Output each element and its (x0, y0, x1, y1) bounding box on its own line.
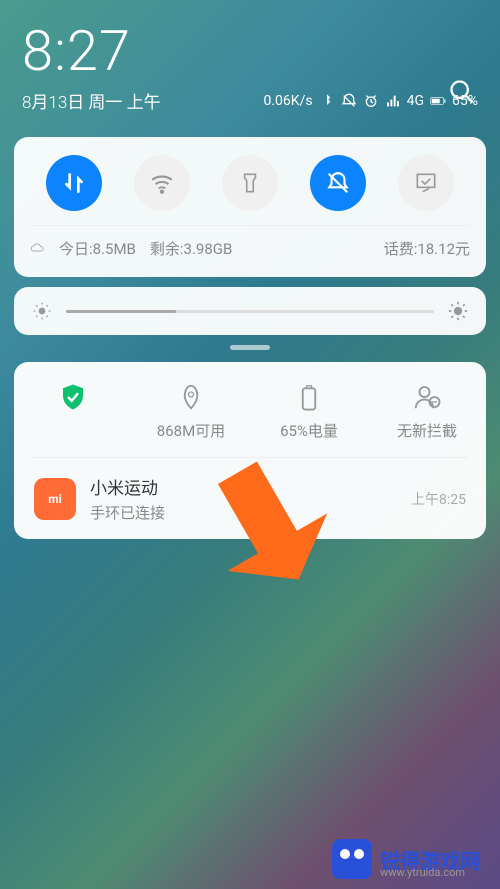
block-label: 无新拦截 (397, 420, 457, 441)
data-icon (61, 170, 87, 196)
wifi-icon (149, 170, 175, 196)
shield-icon (58, 382, 88, 412)
brightness-low-icon (32, 301, 52, 321)
bluetooth-icon (319, 93, 335, 109)
status-icons: 0.06K/s 4G 65% (264, 93, 479, 109)
watermark-url: www.ytruida.com (380, 866, 465, 879)
watermark: 锐得游戏网 www.ytruida.com (332, 839, 480, 879)
block-tool[interactable]: 无新拦截 (368, 382, 486, 441)
brightness-slider[interactable] (14, 287, 486, 335)
watermark-logo-icon (332, 839, 372, 879)
screenshot-icon (413, 170, 439, 196)
alarm-icon (363, 93, 379, 109)
panel-handle[interactable] (230, 345, 270, 350)
app-icon: mi (34, 478, 76, 520)
toggle-row (30, 155, 470, 211)
data-today: 今日:8.5MB (59, 238, 136, 259)
tools-row: 868M可用 65%电量 无新拦截 (14, 382, 486, 441)
search-icon[interactable] (448, 78, 476, 110)
mute-icon (325, 170, 351, 196)
security-tool[interactable] (14, 382, 132, 441)
brightness-track[interactable] (66, 310, 434, 313)
memory-label: 868M可用 (157, 420, 225, 441)
screenshot-toggle[interactable] (398, 155, 454, 211)
brightness-high-icon (448, 301, 468, 321)
memory-tool[interactable]: 868M可用 (132, 382, 250, 441)
data-remain: 剩余:3.98GB (150, 238, 232, 259)
wifi-toggle[interactable] (134, 155, 190, 211)
battery-tool[interactable]: 65%电量 (250, 382, 368, 441)
battery-tool-label: 65%电量 (280, 420, 338, 441)
signal-icon (385, 93, 401, 109)
clock-time: 8:27 (22, 18, 478, 84)
block-user-icon (412, 382, 442, 412)
date-text: 8月13日 周一 上午 (22, 88, 161, 113)
battery-icon (430, 93, 446, 109)
flashlight-toggle[interactable] (222, 155, 278, 211)
phone-balance: 话费:18.12元 (384, 238, 470, 259)
battery-outline-icon (294, 382, 324, 412)
notification-subtitle: 手环已连接 (90, 502, 397, 523)
notification-time: 上午8:25 (411, 489, 466, 509)
data-usage-row[interactable]: 今日:8.5MB 剩余:3.98GB 话费:18.12元 (30, 225, 470, 259)
mute-toggle[interactable] (310, 155, 366, 211)
mobile-data-toggle[interactable] (46, 155, 102, 211)
notification-item[interactable]: mi 小米运动 手环已连接 上午8:25 (14, 458, 486, 523)
rocket-icon (176, 382, 206, 412)
tools-card: 868M可用 65%电量 无新拦截 mi 小米运动 手环已连接 上午8:25 (14, 362, 486, 539)
status-area: 8:27 8月13日 周一 上午 0.06K/s 4G 65% (0, 0, 500, 123)
network-type: 4G (407, 93, 424, 109)
notification-title: 小米运动 (90, 474, 397, 499)
dnd-icon (341, 93, 357, 109)
notification-content: 小米运动 手环已连接 (90, 474, 397, 523)
cloud-icon (30, 241, 45, 256)
flashlight-icon (237, 170, 263, 196)
status-row: 8月13日 周一 上午 0.06K/s 4G 65% (22, 88, 478, 113)
network-speed: 0.06K/s (264, 93, 313, 109)
quick-settings-card: 今日:8.5MB 剩余:3.98GB 话费:18.12元 (14, 137, 486, 277)
